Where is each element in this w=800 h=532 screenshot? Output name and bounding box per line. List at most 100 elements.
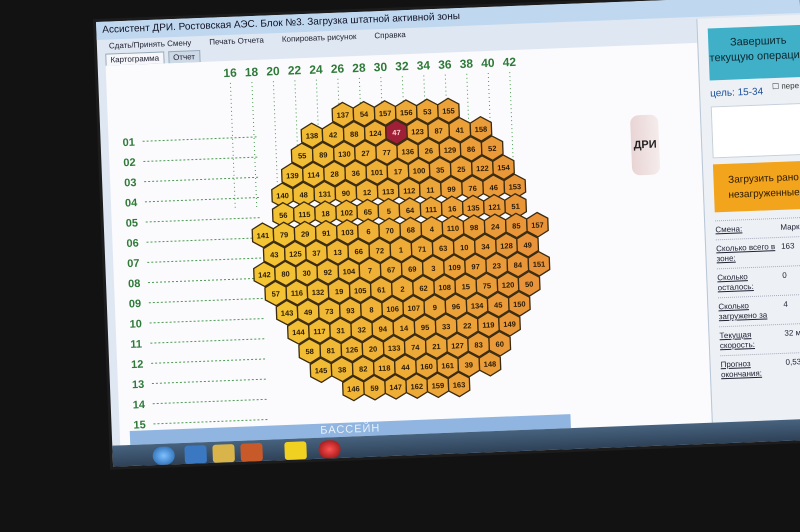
stat-value: 0	[782, 270, 787, 280]
fuel-assembly-number: 71	[418, 245, 427, 254]
column-label: 18	[245, 65, 259, 80]
fuel-assembly-number: 87	[434, 126, 443, 135]
fuel-assembly-number: 67	[387, 265, 396, 274]
fuel-assembly-number: 31	[336, 326, 345, 335]
fuel-assembly-number: 9	[433, 303, 438, 312]
stat-label: Сколько всего в зоне:	[715, 242, 776, 264]
fuel-assembly-number: 20	[369, 344, 378, 353]
fuel-assembly-number: 100	[413, 166, 426, 175]
fuel-assembly-number: 102	[340, 208, 353, 217]
checkbox[interactable]: ☐ пере	[772, 81, 799, 91]
record-icon[interactable]	[318, 439, 341, 459]
fuel-assembly-number: 154	[497, 163, 511, 173]
fuel-assembly-number: 111	[425, 205, 437, 214]
fuel-assembly-number: 126	[346, 345, 359, 354]
fuel-assembly-number: 43	[270, 250, 279, 259]
fuel-assembly-number: 7	[368, 266, 373, 275]
row-label: 09	[129, 298, 142, 310]
stat-row: Текущая скорость: 32 ми	[719, 322, 800, 356]
row-guide	[152, 398, 269, 405]
fuel-assembly-number: 132	[312, 288, 325, 297]
fuel-assembly-number: 70	[385, 226, 394, 235]
fuel-assembly-number: 103	[341, 228, 354, 237]
fuel-assembly-number: 97	[471, 262, 480, 271]
fuel-assembly-number: 2	[400, 285, 405, 294]
stat-label: Текущая скорость:	[719, 330, 756, 351]
load-unloaded-button[interactable]: Загрузить рано незагруженные	[712, 160, 800, 213]
stat-value: 0,53 ч	[785, 357, 800, 367]
fuel-assembly-number: 117	[313, 327, 325, 336]
menu-copy-picture[interactable]: Копировать рисунок	[282, 30, 357, 47]
row-label: 12	[131, 359, 144, 371]
media-player-icon[interactable]	[240, 442, 263, 462]
fuel-assembly-number: 61	[377, 285, 386, 294]
fuel-assembly-number: 122	[476, 164, 489, 173]
fuel-assembly-number: 82	[359, 364, 368, 373]
fuel-assembly-number: 110	[447, 224, 459, 233]
fuel-assembly-number: 88	[350, 130, 359, 139]
row-guide	[142, 136, 259, 142]
fuel-assembly-number: 18	[321, 209, 330, 218]
fuel-assembly-number: 1	[399, 245, 404, 254]
fuel-assembly-number: 63	[439, 244, 448, 253]
browser-icon[interactable]	[184, 445, 208, 464]
fuel-assembly-number: 157	[379, 109, 392, 118]
fuel-assembly-number: 148	[484, 359, 497, 368]
fuel-assembly-number: 36	[351, 169, 360, 178]
fuel-assembly-number: 17	[394, 167, 403, 176]
fuel-assembly-number: 33	[442, 322, 451, 331]
fuel-assembly-number: 80	[281, 269, 290, 278]
cartogram-svg: 16 18 20 22 24 26 28 30 32 34 36 38 40 42 01020304050…	[122, 55, 551, 432]
checkbox-label: пере	[781, 81, 800, 91]
finish-operation-button[interactable]: Завершить текущую операцию	[707, 24, 800, 81]
menu-help[interactable]: Справка	[374, 28, 406, 43]
side-panel: Завершить текущую операцию цель: 15-34 ☐…	[696, 14, 800, 439]
fuel-assembly-number: 121	[488, 203, 501, 212]
row-label: 14	[133, 399, 147, 411]
fuel-assembly-number: 77	[382, 148, 391, 157]
fuel-assembly-number: 158	[475, 125, 488, 134]
stat-label: Смена:	[715, 224, 743, 235]
fuel-assembly-number: 3	[431, 264, 436, 273]
menu-print-report[interactable]: Печать Отчета	[209, 34, 264, 50]
folder-icon[interactable]	[212, 444, 235, 463]
fuel-assembly-number: 72	[376, 246, 385, 255]
fuel-assembly-number: 56	[279, 211, 288, 220]
fuel-assembly-number: 133	[388, 344, 401, 353]
fuel-assembly-number: 59	[370, 384, 379, 393]
fuel-assembly-number: 19	[335, 287, 344, 296]
fuel-assembly-number: 37	[312, 249, 321, 258]
fuel-assembly-number: 13	[333, 248, 342, 257]
fuel-assembly-number: 156	[400, 108, 413, 117]
column-guide	[229, 82, 236, 211]
fuel-assembly-number: 127	[451, 341, 464, 350]
fuel-assembly-number: 24	[491, 222, 501, 231]
fuel-assembly-number: 128	[500, 241, 513, 250]
fuel-assembly-number: 114	[307, 170, 320, 179]
fuel-assembly-number: 101	[370, 168, 383, 177]
fuel-assembly-number: 135	[467, 203, 480, 212]
fuel-assembly-number: 47	[392, 128, 401, 137]
row-guide	[148, 297, 265, 304]
fuel-assembly-number: 65	[363, 207, 372, 216]
fuel-assembly-number: 44	[401, 363, 411, 372]
fuel-assembly-number: 107	[407, 304, 420, 313]
stat-label: Прогноз окончания:	[720, 359, 763, 380]
start-button[interactable]	[152, 446, 176, 466]
fuel-assembly-number: 68	[406, 225, 415, 234]
app-icon[interactable]	[284, 441, 307, 461]
fuel-assembly-number: 142	[258, 270, 271, 279]
row-label: 03	[124, 177, 137, 189]
fuel-assembly-number: 147	[389, 383, 402, 392]
fuel-assembly-number: 23	[492, 261, 501, 270]
fuel-assembly-number: 155	[442, 106, 455, 115]
dri-button[interactable]: ДРИ	[629, 114, 661, 176]
row-guide	[151, 378, 268, 385]
fuel-assembly-number: 12	[363, 188, 372, 197]
row-label: 02	[123, 157, 136, 169]
fuel-assembly-number: 74	[411, 343, 421, 352]
stats-list: Смена: Марк Сколько всего в зоне: 163 Скол…	[715, 216, 800, 385]
stat-row: Сколько осталось: 0	[716, 264, 800, 298]
fuel-assembly-number: 95	[421, 323, 430, 332]
fuel-assembly-number: 46	[489, 183, 498, 192]
